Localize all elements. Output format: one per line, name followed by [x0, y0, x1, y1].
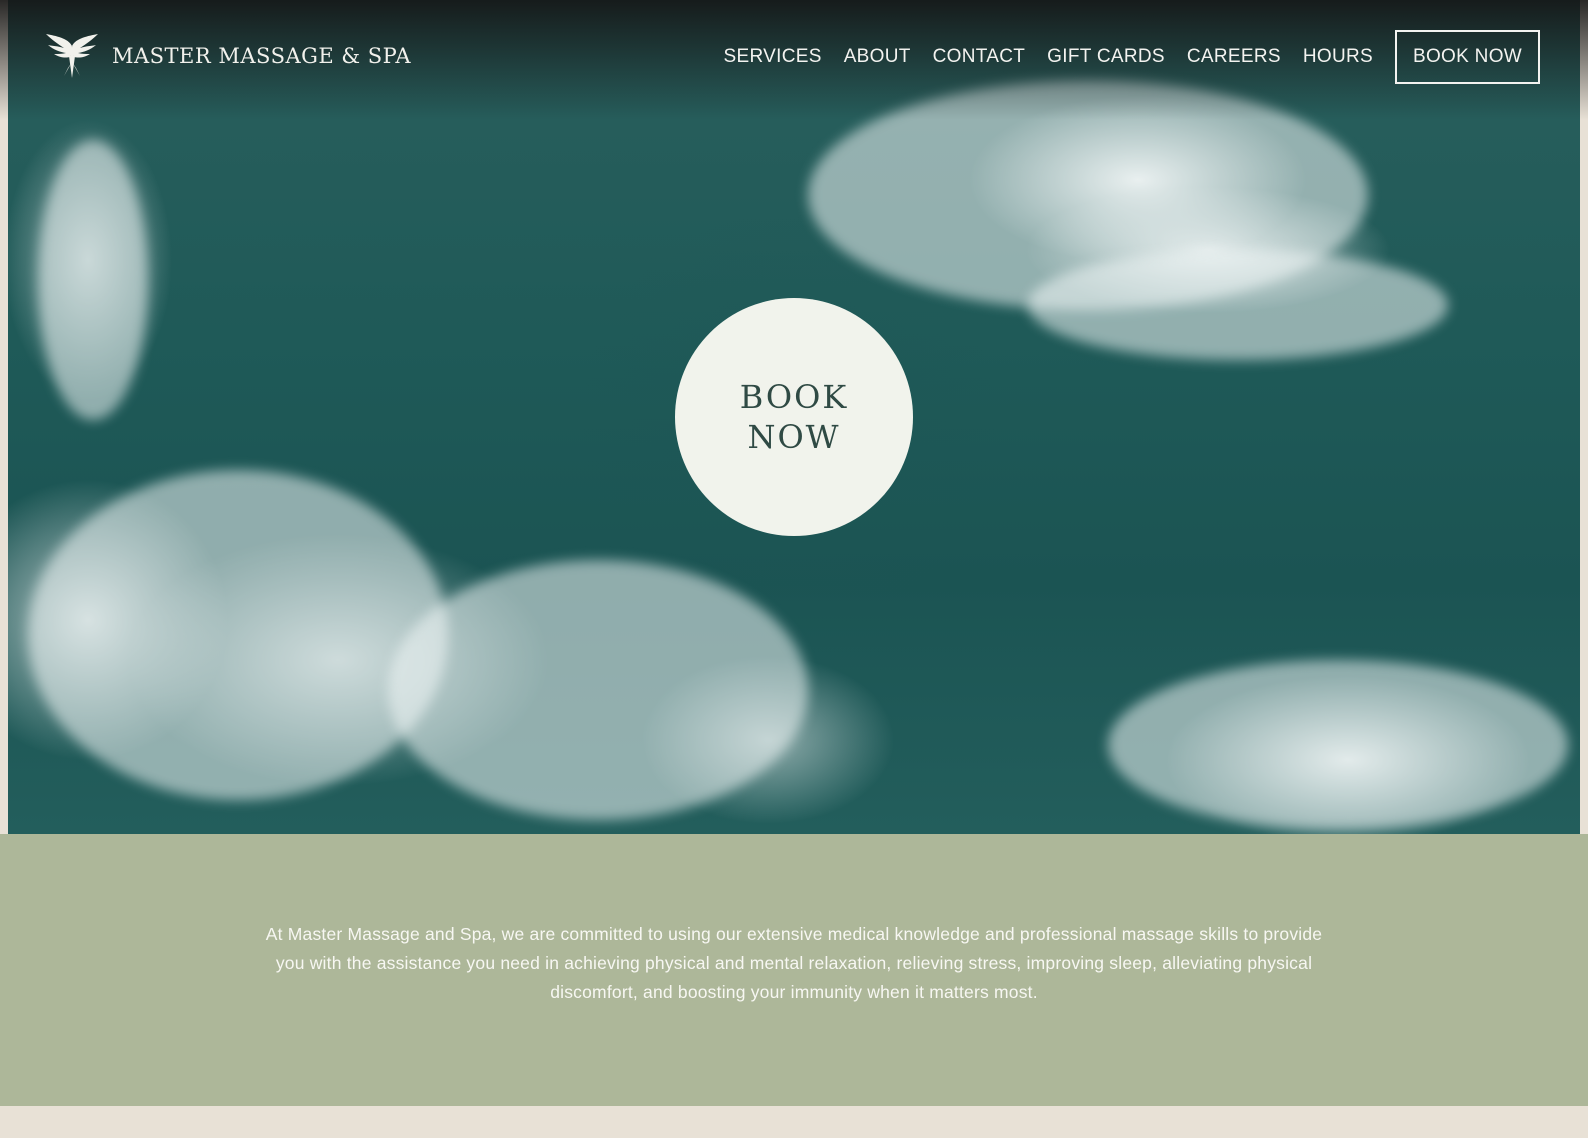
wave-foam [38, 140, 148, 420]
intro-section: At Master Massage and Spa, we are commit… [0, 834, 1588, 1106]
wave-foam [28, 470, 448, 800]
nav-item-about[interactable]: ABOUT [844, 46, 911, 68]
site-header: MASTER MASSAGE & SPA SERVICES ABOUT CONT… [0, 0, 1588, 112]
wave-foam [1028, 250, 1448, 360]
book-now-button[interactable]: BOOK NOW [1394, 30, 1540, 84]
circle-cta-line1: BOOK [739, 378, 849, 416]
book-now-circle-button[interactable]: BOOK NOW [675, 298, 913, 536]
circle-cta-line2: NOW [747, 418, 841, 456]
wave-foam [388, 560, 808, 820]
nav-item-services[interactable]: SERVICES [724, 46, 822, 68]
phoenix-icon [46, 34, 98, 78]
nav-item-careers[interactable]: CAREERS [1187, 46, 1281, 68]
intro-text: At Master Massage and Spa, we are commit… [265, 924, 1323, 1002]
next-section-band [0, 1106, 1588, 1138]
brand-name: MASTER MASSAGE & SPA [112, 44, 412, 68]
brand-logo-link[interactable]: MASTER MASSAGE & SPA [44, 32, 411, 80]
nav-item-hours[interactable]: HOURS [1303, 46, 1373, 68]
hero-section: MASTER MASSAGE & SPA SERVICES ABOUT CONT… [0, 0, 1588, 834]
wave-foam [1108, 660, 1568, 830]
nav-item-gift-cards[interactable]: GIFT CARDS [1047, 46, 1165, 68]
page: MASTER MASSAGE & SPA SERVICES ABOUT CONT… [0, 0, 1588, 1138]
nav-item-contact[interactable]: CONTACT [933, 46, 1026, 68]
main-nav: SERVICES ABOUT CONTACT GIFT CARDS CAREER… [702, 30, 1540, 84]
